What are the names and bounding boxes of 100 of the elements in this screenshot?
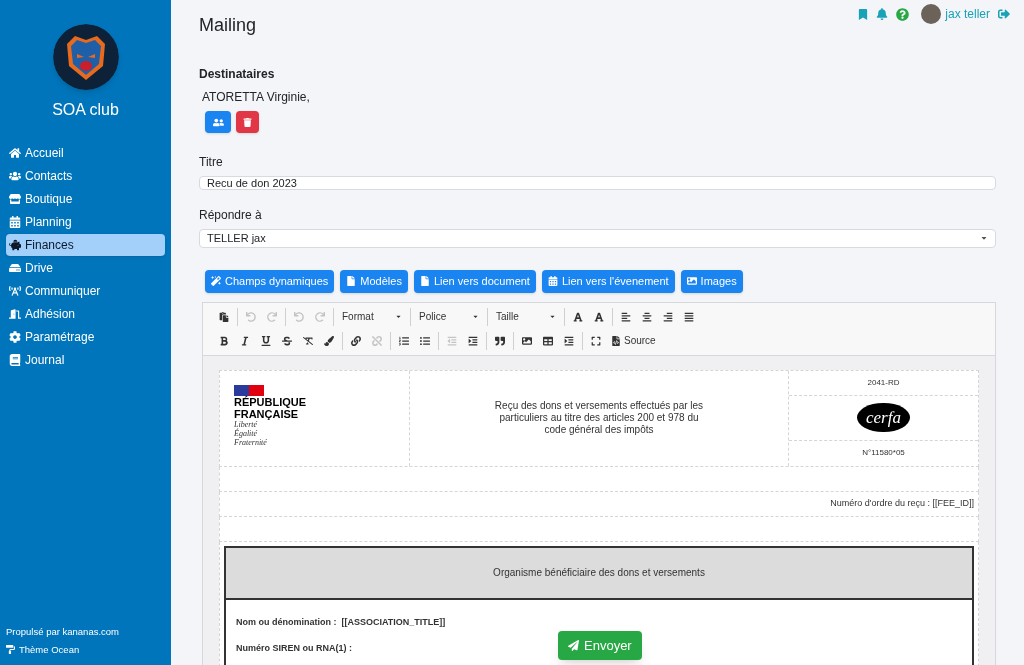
indent-icon: [468, 335, 478, 346]
calendar-icon: [9, 216, 21, 228]
clear-format-icon: [303, 335, 313, 346]
drive-icon: [9, 262, 21, 274]
cerfa-number: N°11580*05: [862, 447, 905, 459]
nav-item[interactable]: Finances: [6, 234, 165, 256]
delete-button[interactable]: [236, 111, 259, 133]
align-center-icon: [642, 311, 652, 322]
home-icon: [9, 147, 21, 159]
background-color-icon: [594, 311, 604, 322]
nav-item[interactable]: Boutique: [6, 188, 165, 210]
book-icon: [9, 354, 21, 366]
trash-icon: [243, 117, 252, 127]
form-field-label: Numéro SIREN ou RNA(1) :: [236, 642, 352, 655]
section-title: Organisme bénéficiaire des dons et versements: [493, 566, 705, 580]
underline-icon: [261, 335, 271, 346]
motto-text: Égalité: [234, 428, 258, 438]
title-input[interactable]: Recu de don 2023: [199, 176, 996, 190]
bullet-list-icon: [420, 335, 430, 346]
cerfa-logo: cerfa: [857, 402, 910, 433]
republic-text: RÉPUBLIQUE: [234, 395, 308, 408]
nav-item[interactable]: Contacts: [6, 165, 165, 187]
align-justify-icon: [684, 311, 694, 322]
nav-item[interactable]: Paramétrage: [6, 326, 165, 348]
blocks-icon: [564, 335, 574, 346]
paste-icon: [219, 311, 229, 322]
insert-button[interactable]: Lien vers l'évenement: [541, 269, 675, 293]
motto-text: Fraternité: [234, 437, 268, 447]
send-button[interactable]: Envoyer: [558, 631, 642, 660]
insert-button[interactable]: Images: [680, 269, 743, 293]
powered-by-text: Propulsé par kananas.com: [6, 624, 120, 639]
field-label: Répondre à: [199, 207, 263, 224]
user-name-link[interactable]: jax teller: [945, 5, 990, 23]
brush-icon: [324, 335, 334, 346]
club-name: SOA club: [52, 100, 119, 120]
insert-button[interactable]: Modèles: [340, 269, 408, 293]
maximize-icon: [591, 335, 601, 346]
form-code: 2041-RD: [867, 376, 900, 389]
text-color-icon: [573, 311, 583, 322]
insert-button[interactable]: Champs dynamiques: [205, 269, 335, 293]
quote-icon: [495, 335, 505, 346]
link-icon: [351, 335, 361, 346]
motto-text: Liberté: [234, 419, 258, 429]
receipt-number: Numéro d'ordre du reçu : [[FEE_ID]]: [830, 496, 974, 510]
source-button[interactable]: Source: [608, 331, 659, 350]
reply-to-select[interactable]: TELLER jax: [199, 229, 996, 248]
caret-icon: [549, 313, 556, 320]
nav-item[interactable]: Journal: [6, 349, 165, 371]
user-avatar[interactable]: [921, 4, 942, 24]
bold-icon: [219, 335, 229, 346]
page-title: Mailing: [199, 14, 257, 37]
redo-icon: [267, 311, 277, 322]
file-icon: [346, 276, 357, 286]
form-field-label: Nom ou dénomination : [[ASSOCIATION_TITLE]]: [236, 615, 446, 629]
format-dropdown[interactable]: Police: [415, 307, 483, 326]
nav-item[interactable]: Communiquer: [6, 280, 165, 302]
outdent-icon: [447, 335, 457, 346]
redo-icon: [315, 311, 325, 322]
club-logo: [52, 24, 119, 90]
magic-wand-icon: [211, 276, 221, 286]
door-icon: [9, 308, 21, 320]
format-dropdown[interactable]: Taille: [492, 307, 560, 326]
piggy-bank-icon: [9, 239, 21, 251]
numbered-list-icon: [399, 335, 409, 346]
image-icon: [522, 335, 532, 346]
nav-item[interactable]: Planning: [6, 211, 165, 233]
undo-icon: [294, 311, 304, 322]
format-dropdown[interactable]: Format: [338, 307, 406, 326]
notification-icon[interactable]: [876, 8, 889, 20]
antenna-icon: [9, 285, 21, 297]
unlink-icon: [372, 335, 382, 346]
image-icon: [686, 276, 697, 286]
flag-icon: [234, 384, 264, 396]
settings-icon: [9, 331, 21, 343]
help-icon[interactable]: [896, 7, 910, 21]
users-icon: [212, 116, 224, 128]
users-icon: [9, 170, 21, 182]
undo-icon: [246, 311, 256, 322]
paint-roller-icon: [6, 645, 15, 655]
align-left-icon: [621, 311, 631, 322]
theme-link[interactable]: Thème Ocean: [6, 642, 165, 657]
recipient-list: ATORETTA Virginie,: [202, 88, 996, 106]
republic-text: FRANÇAISE: [234, 407, 299, 420]
nav-item[interactable]: Accueil: [6, 142, 165, 164]
field-label: Titre: [199, 154, 224, 171]
paper-plane-icon: [568, 640, 579, 651]
source-icon: [611, 335, 621, 346]
caret-icon: [395, 313, 402, 320]
field-label: Destinataires: [199, 66, 276, 83]
strikethrough-icon: [282, 335, 292, 346]
table-icon: [543, 335, 553, 346]
insert-button[interactable]: Lien vers document: [413, 269, 536, 293]
logout-icon[interactable]: [998, 8, 1010, 20]
italic-icon: [240, 335, 250, 346]
caret-icon: [472, 313, 479, 320]
nav-item[interactable]: Drive: [6, 257, 165, 279]
bookmark-icon[interactable]: [858, 8, 869, 20]
align-right-icon: [663, 311, 673, 322]
add-recipients-button[interactable]: [205, 111, 231, 133]
nav-item[interactable]: Adhésion: [6, 303, 165, 325]
